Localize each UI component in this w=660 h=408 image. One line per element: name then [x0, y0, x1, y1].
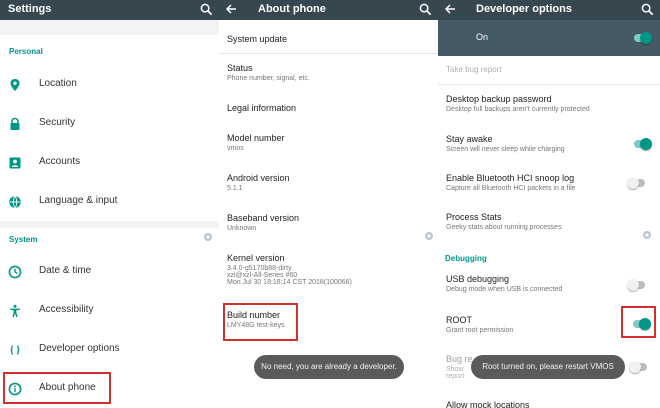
developer-options-panel: Developer options On Take bug report Des…	[438, 0, 660, 408]
settings-item-accounts[interactable]: Accounts	[0, 143, 219, 183]
developer-title: Developer options	[476, 3, 572, 15]
android-version-row[interactable]: Android version 5.1.1	[227, 173, 432, 192]
stay-awake-summary: Screen will never sleep while charging	[446, 146, 565, 153]
search-icon[interactable]	[641, 3, 654, 16]
section-header-debugging: Debugging	[445, 254, 487, 263]
settings-item-label: Language & input	[39, 195, 118, 206]
settings-item-label: Developer options	[39, 343, 120, 354]
allow-mock-locations-title: Allow mock locations	[446, 400, 530, 408]
code-braces-icon	[10, 345, 20, 355]
backup-password-row[interactable]: Desktop backup password Desktop full bac…	[446, 94, 654, 113]
usb-debugging-toggle[interactable]	[627, 276, 646, 294]
model-number-row: Model number vmos	[227, 133, 432, 152]
process-stats-title: Process Stats	[446, 212, 502, 222]
status-title: Status	[227, 63, 253, 73]
settings-item-label: Date & time	[39, 265, 92, 276]
android-version-value: 5.1.1	[227, 185, 243, 192]
section-header-personal: Personal	[9, 47, 43, 56]
backup-password-title: Desktop backup password	[446, 94, 552, 104]
accessibility-icon	[10, 304, 20, 317]
about-toolbar: About phone	[219, 0, 438, 20]
toast-message: No need, you are already a developer.	[254, 355, 404, 379]
baseband-version-value: Unknown	[227, 225, 257, 232]
settings-panel: Settings Personal Location Security Acco…	[0, 0, 219, 408]
divider	[438, 84, 660, 85]
lock-icon	[10, 117, 20, 130]
settings-item-label: Accessibility	[39, 304, 94, 315]
kernel-version-title: Kernel version	[227, 253, 285, 263]
usb-debugging-row[interactable]: USB debugging Debug mode when USB is con…	[446, 274, 654, 293]
highlight-build-number	[223, 303, 298, 341]
baseband-version-title: Baseband version	[227, 213, 300, 223]
master-toggle[interactable]	[633, 29, 652, 47]
kernel-version-line: 3.4.0-g5170b88-dirty	[227, 265, 292, 272]
settings-toolbar: Settings	[0, 0, 219, 20]
model-number-title: Model number	[227, 133, 285, 143]
bug-report-shortcut-toggle[interactable]	[629, 358, 648, 376]
personal-section: Personal Location Security Accounts Lang…	[0, 35, 219, 221]
backup-password-summary: Desktop full backups aren't currently pr…	[446, 106, 590, 113]
bluetooth-hci-title: Enable Bluetooth HCI snoop log	[446, 173, 575, 183]
kernel-version-line: Mon Jul 30 18:18:14 CST 2018(100066)	[227, 279, 352, 286]
search-icon[interactable]	[419, 3, 432, 16]
system-update-row[interactable]: System update	[227, 34, 432, 44]
back-arrow-icon[interactable]	[225, 3, 237, 15]
allow-mock-locations-row[interactable]: Allow mock locations	[446, 400, 654, 408]
stay-awake-title: Stay awake	[446, 134, 493, 144]
settings-item-label: Location	[39, 78, 77, 89]
status-row[interactable]: Status Phone number, signal, etc.	[227, 63, 432, 82]
baseband-version-row: Baseband version Unknown	[227, 213, 432, 232]
bluetooth-hci-summary: Capture all Bluetooth HCI packets in a f…	[446, 185, 576, 192]
settings-title: Settings	[8, 3, 52, 15]
settings-item-label: Accounts	[39, 156, 81, 167]
settings-item-accessibility[interactable]: Accessibility	[0, 291, 219, 331]
gear-icon	[204, 233, 212, 241]
usb-debugging-title: USB debugging	[446, 274, 510, 284]
search-icon[interactable]	[200, 3, 213, 16]
process-stats-row[interactable]: Process Stats Geeky stats about running …	[446, 212, 654, 231]
master-switch-label: On	[476, 32, 489, 42]
about-phone-panel: About phone System update Status Phone n…	[219, 0, 438, 408]
account-card-icon	[9, 157, 21, 169]
gear-icon	[425, 232, 433, 240]
android-version-title: Android version	[227, 173, 290, 183]
kernel-version-row: Kernel version 3.4.0-g5170b88-dirty xzl@…	[227, 253, 432, 286]
globe-icon	[9, 195, 21, 209]
settings-item-security[interactable]: Security	[0, 104, 219, 144]
settings-item-date-time[interactable]: Date & time	[0, 252, 219, 292]
status-summary: Phone number, signal, etc.	[227, 75, 310, 82]
highlight-root-toggle	[621, 306, 656, 338]
settings-item-language[interactable]: Language & input	[0, 182, 219, 222]
gear-icon	[643, 231, 651, 239]
master-switch-bar[interactable]: On	[438, 20, 660, 56]
legal-label: Legal information	[227, 103, 297, 113]
settings-item-developer-options[interactable]: Developer options	[0, 330, 219, 370]
legal-row[interactable]: Legal information	[227, 103, 432, 113]
take-bug-report-row: Take bug report	[446, 65, 654, 74]
model-number-value: vmos	[227, 145, 244, 152]
system-update-label: System update	[227, 34, 288, 44]
bluetooth-hci-row[interactable]: Enable Bluetooth HCI snoop log Capture a…	[446, 173, 654, 192]
section-header-system: System	[9, 235, 38, 244]
toast-message: Root turned on, please restart VMOS	[471, 355, 625, 379]
location-pin-icon	[10, 79, 20, 91]
bluetooth-hci-toggle[interactable]	[627, 174, 646, 192]
usb-debugging-summary: Debug mode when USB is connected	[446, 286, 563, 293]
about-title: About phone	[258, 3, 326, 15]
back-arrow-icon[interactable]	[444, 3, 456, 15]
process-stats-summary: Geeky stats about running processes	[446, 224, 562, 231]
settings-item-location[interactable]: Location	[0, 65, 219, 105]
stay-awake-toggle[interactable]	[633, 135, 652, 153]
take-bug-report-label: Take bug report	[446, 65, 502, 74]
divider	[219, 53, 438, 54]
developer-toolbar: Developer options On	[438, 0, 660, 56]
stay-awake-row[interactable]: Stay awake Screen will never sleep while…	[446, 134, 654, 153]
clock-icon	[8, 265, 22, 279]
kernel-version-line: xzl@xzl-All-Series #60	[227, 272, 298, 279]
highlight-about-phone	[3, 372, 111, 404]
settings-item-label: Security	[39, 117, 76, 128]
